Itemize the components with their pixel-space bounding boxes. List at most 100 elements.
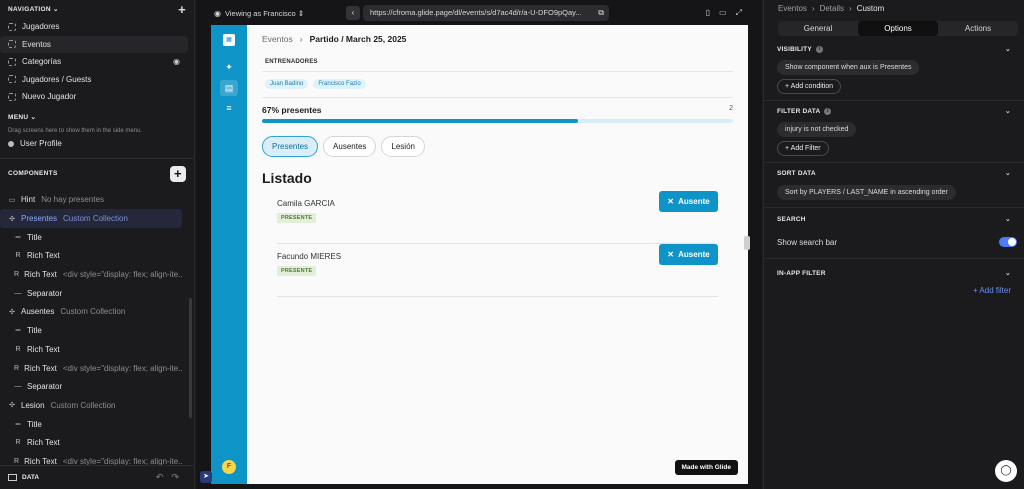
component-label: Separator <box>27 288 63 298</box>
attendance-tabs: Presentes Ausentes Lesión <box>262 136 425 157</box>
component-label: Hint <box>21 195 36 205</box>
device-icons: ▯ ▭ ⤢ <box>706 8 748 18</box>
tab-presentes[interactable]: Presentes <box>262 136 319 157</box>
component-label: Rich Text <box>27 438 60 448</box>
eye-icon[interactable]: ◉ <box>173 57 180 66</box>
expand-icon[interactable]: ⤢ <box>736 8 742 18</box>
external-link-icon[interactable]: ⧉ <box>598 5 604 21</box>
data-bar[interactable]: DATA ↶↷ <box>0 465 195 489</box>
user-icon <box>8 140 14 147</box>
breadcrumb-current: Partido / March 25, 2025 <box>309 34 407 44</box>
list-icon[interactable]: ≡ <box>220 100 238 116</box>
coach-chip[interactable]: Francisco Fazio <box>313 79 366 89</box>
component-item[interactable]: ✣ Presentes Custom Collection <box>0 209 182 228</box>
menu-header[interactable]: MENU ⌄ <box>0 108 194 126</box>
eye-icon: ◉ <box>214 8 221 18</box>
nav-item-jugadores[interactable]: Jugadores <box>0 18 188 36</box>
component-item[interactable]: ✣ Ausentes Custom Collection <box>0 303 182 322</box>
crumb-custom: Custom <box>856 4 885 13</box>
info-icon[interactable]: i <box>824 107 832 115</box>
info-icon[interactable]: i <box>815 45 823 53</box>
component-item[interactable]: ▭ Hint No hay presentes <box>0 191 182 210</box>
phone-icon[interactable]: ▯ <box>706 8 710 18</box>
inapp-filter-header[interactable]: IN-APP FILTER ⌄ <box>764 266 1024 280</box>
component-item[interactable]: ✣ Lesion Custom Collection <box>0 396 182 415</box>
url-bar[interactable]: https://cfroma.glide.page/dl/events/s/d7… <box>363 5 609 21</box>
nav-item-eventos[interactable]: Eventos <box>0 35 188 53</box>
nav-item-categorias[interactable]: Categorías ◉ <box>0 53 188 71</box>
navigation-header[interactable]: NAVIGATION ⌄ + <box>0 0 194 18</box>
search-header[interactable]: SEARCH ⌄ <box>764 212 1024 226</box>
divider <box>0 157 194 159</box>
component-item[interactable]: — Separator <box>0 284 182 303</box>
back-button[interactable]: ‹ <box>346 6 360 20</box>
crumb-details[interactable]: Details <box>820 4 844 13</box>
chevron-down-icon: ⌄ <box>1004 170 1011 177</box>
tab-lesion[interactable]: Lesión <box>381 136 425 157</box>
component-secondary: <div style="display: flex; align-ite... <box>62 270 182 280</box>
add-screen-icon[interactable]: + <box>178 3 186 16</box>
component-item[interactable]: R Rich Text <div style="display: flex; ali… <box>0 359 182 378</box>
component-item[interactable]: R Rich Text <box>0 433 182 452</box>
add-component-button[interactable]: + <box>170 165 186 182</box>
scrollbar[interactable] <box>189 298 192 418</box>
add-condition-button[interactable]: + Add condition <box>777 79 842 94</box>
search-section: SEARCH ⌄ Show search bar <box>764 212 1024 249</box>
undo-redo-icons[interactable]: ↶↷ <box>156 472 187 483</box>
resize-handle[interactable] <box>744 236 750 250</box>
tablet-icon[interactable]: ▭ <box>719 8 727 18</box>
coach-chip[interactable]: Juan Badino <box>265 79 309 89</box>
chat-icon[interactable]: ◯ <box>995 460 1017 482</box>
avatar[interactable]: F <box>222 460 236 474</box>
add-filter-button[interactable]: + Add Filter <box>777 141 829 156</box>
events-icon[interactable]: ▤ <box>220 80 238 96</box>
visibility-header[interactable]: VISIBILITY i ⌄ <box>764 42 1024 56</box>
sort-header[interactable]: SORT DATA ⌄ <box>764 166 1024 180</box>
chevron-down-icon: ⌄ <box>1004 108 1011 115</box>
filter-header[interactable]: FILTER DATA i ⌄ <box>764 104 1024 118</box>
component-item[interactable]: R Rich Text <div style="display: flex; ali… <box>0 265 182 284</box>
status-badge: PRESENTE <box>277 266 317 276</box>
component-item[interactable]: ═ Title <box>0 228 182 247</box>
nav-item-label: Jugadores <box>22 22 60 32</box>
tab-general[interactable]: General <box>778 21 858 36</box>
filter-section: FILTER DATA i ⌄ injury is not checked + Ad… <box>764 104 1024 156</box>
cursor-tool-icon[interactable]: ➤ <box>200 471 212 483</box>
mark-absent-button[interactable]: ✕ Ausente <box>659 244 718 265</box>
component-secondary: No hay presentes <box>41 195 104 205</box>
show-search-toggle[interactable] <box>999 237 1017 247</box>
tab-options[interactable]: Options <box>858 21 938 36</box>
nav-item-nuevo-jugador[interactable]: Nuevo Jugador <box>0 88 188 106</box>
divider <box>764 162 1024 163</box>
component-item[interactable]: R Rich Text <box>0 247 182 266</box>
component-type-icon: ═ <box>15 233 21 241</box>
add-filter-link[interactable]: + Add filter <box>973 286 1011 295</box>
visibility-rule[interactable]: Show component when aux is Presentes <box>777 60 920 75</box>
player-icon[interactable]: ✦ <box>220 59 238 75</box>
tab-ausentes[interactable]: Ausentes <box>323 136 377 157</box>
filter-rule[interactable]: injury is not checked <box>777 122 857 137</box>
nav-item-label: Eventos <box>22 39 51 49</box>
nav-item-label: Categorías <box>22 57 62 67</box>
made-with-glide-badge[interactable]: Made with Glide <box>674 460 738 475</box>
inapp-filter-label: IN-APP FILTER <box>777 269 826 277</box>
crumb-eventos[interactable]: Eventos <box>778 4 807 13</box>
user-profile-item[interactable]: User Profile <box>0 137 194 151</box>
component-type-icon: ═ <box>15 420 21 428</box>
sort-rule[interactable]: Sort by PLAYERS / LAST_NAME in ascending… <box>777 185 956 200</box>
app-logo-icon[interactable]: ▦ <box>223 34 235 46</box>
tab-actions[interactable]: Actions <box>938 21 1018 36</box>
component-item[interactable]: ═ Title <box>0 321 182 340</box>
component-item[interactable]: ═ Title <box>0 415 182 434</box>
nav-item-jugadores-guests[interactable]: Jugadores / Guests <box>0 71 188 89</box>
list-title: Listado <box>262 170 312 186</box>
mark-absent-button[interactable]: ✕ Ausente <box>659 191 718 212</box>
visibility-section: VISIBILITY i ⌄ Show component when aux is … <box>764 42 1024 94</box>
component-item[interactable]: — Separator <box>0 377 182 396</box>
component-item[interactable]: R Rich Text <box>0 340 182 359</box>
component-label: Rich Text <box>27 251 60 261</box>
viewing-as-selector[interactable]: ◉ Viewing as Francisco ⇕ <box>211 9 346 18</box>
plus-icon: + <box>972 286 978 295</box>
breadcrumb-parent[interactable]: Eventos <box>262 34 293 44</box>
component-label: Lesion <box>21 400 45 410</box>
